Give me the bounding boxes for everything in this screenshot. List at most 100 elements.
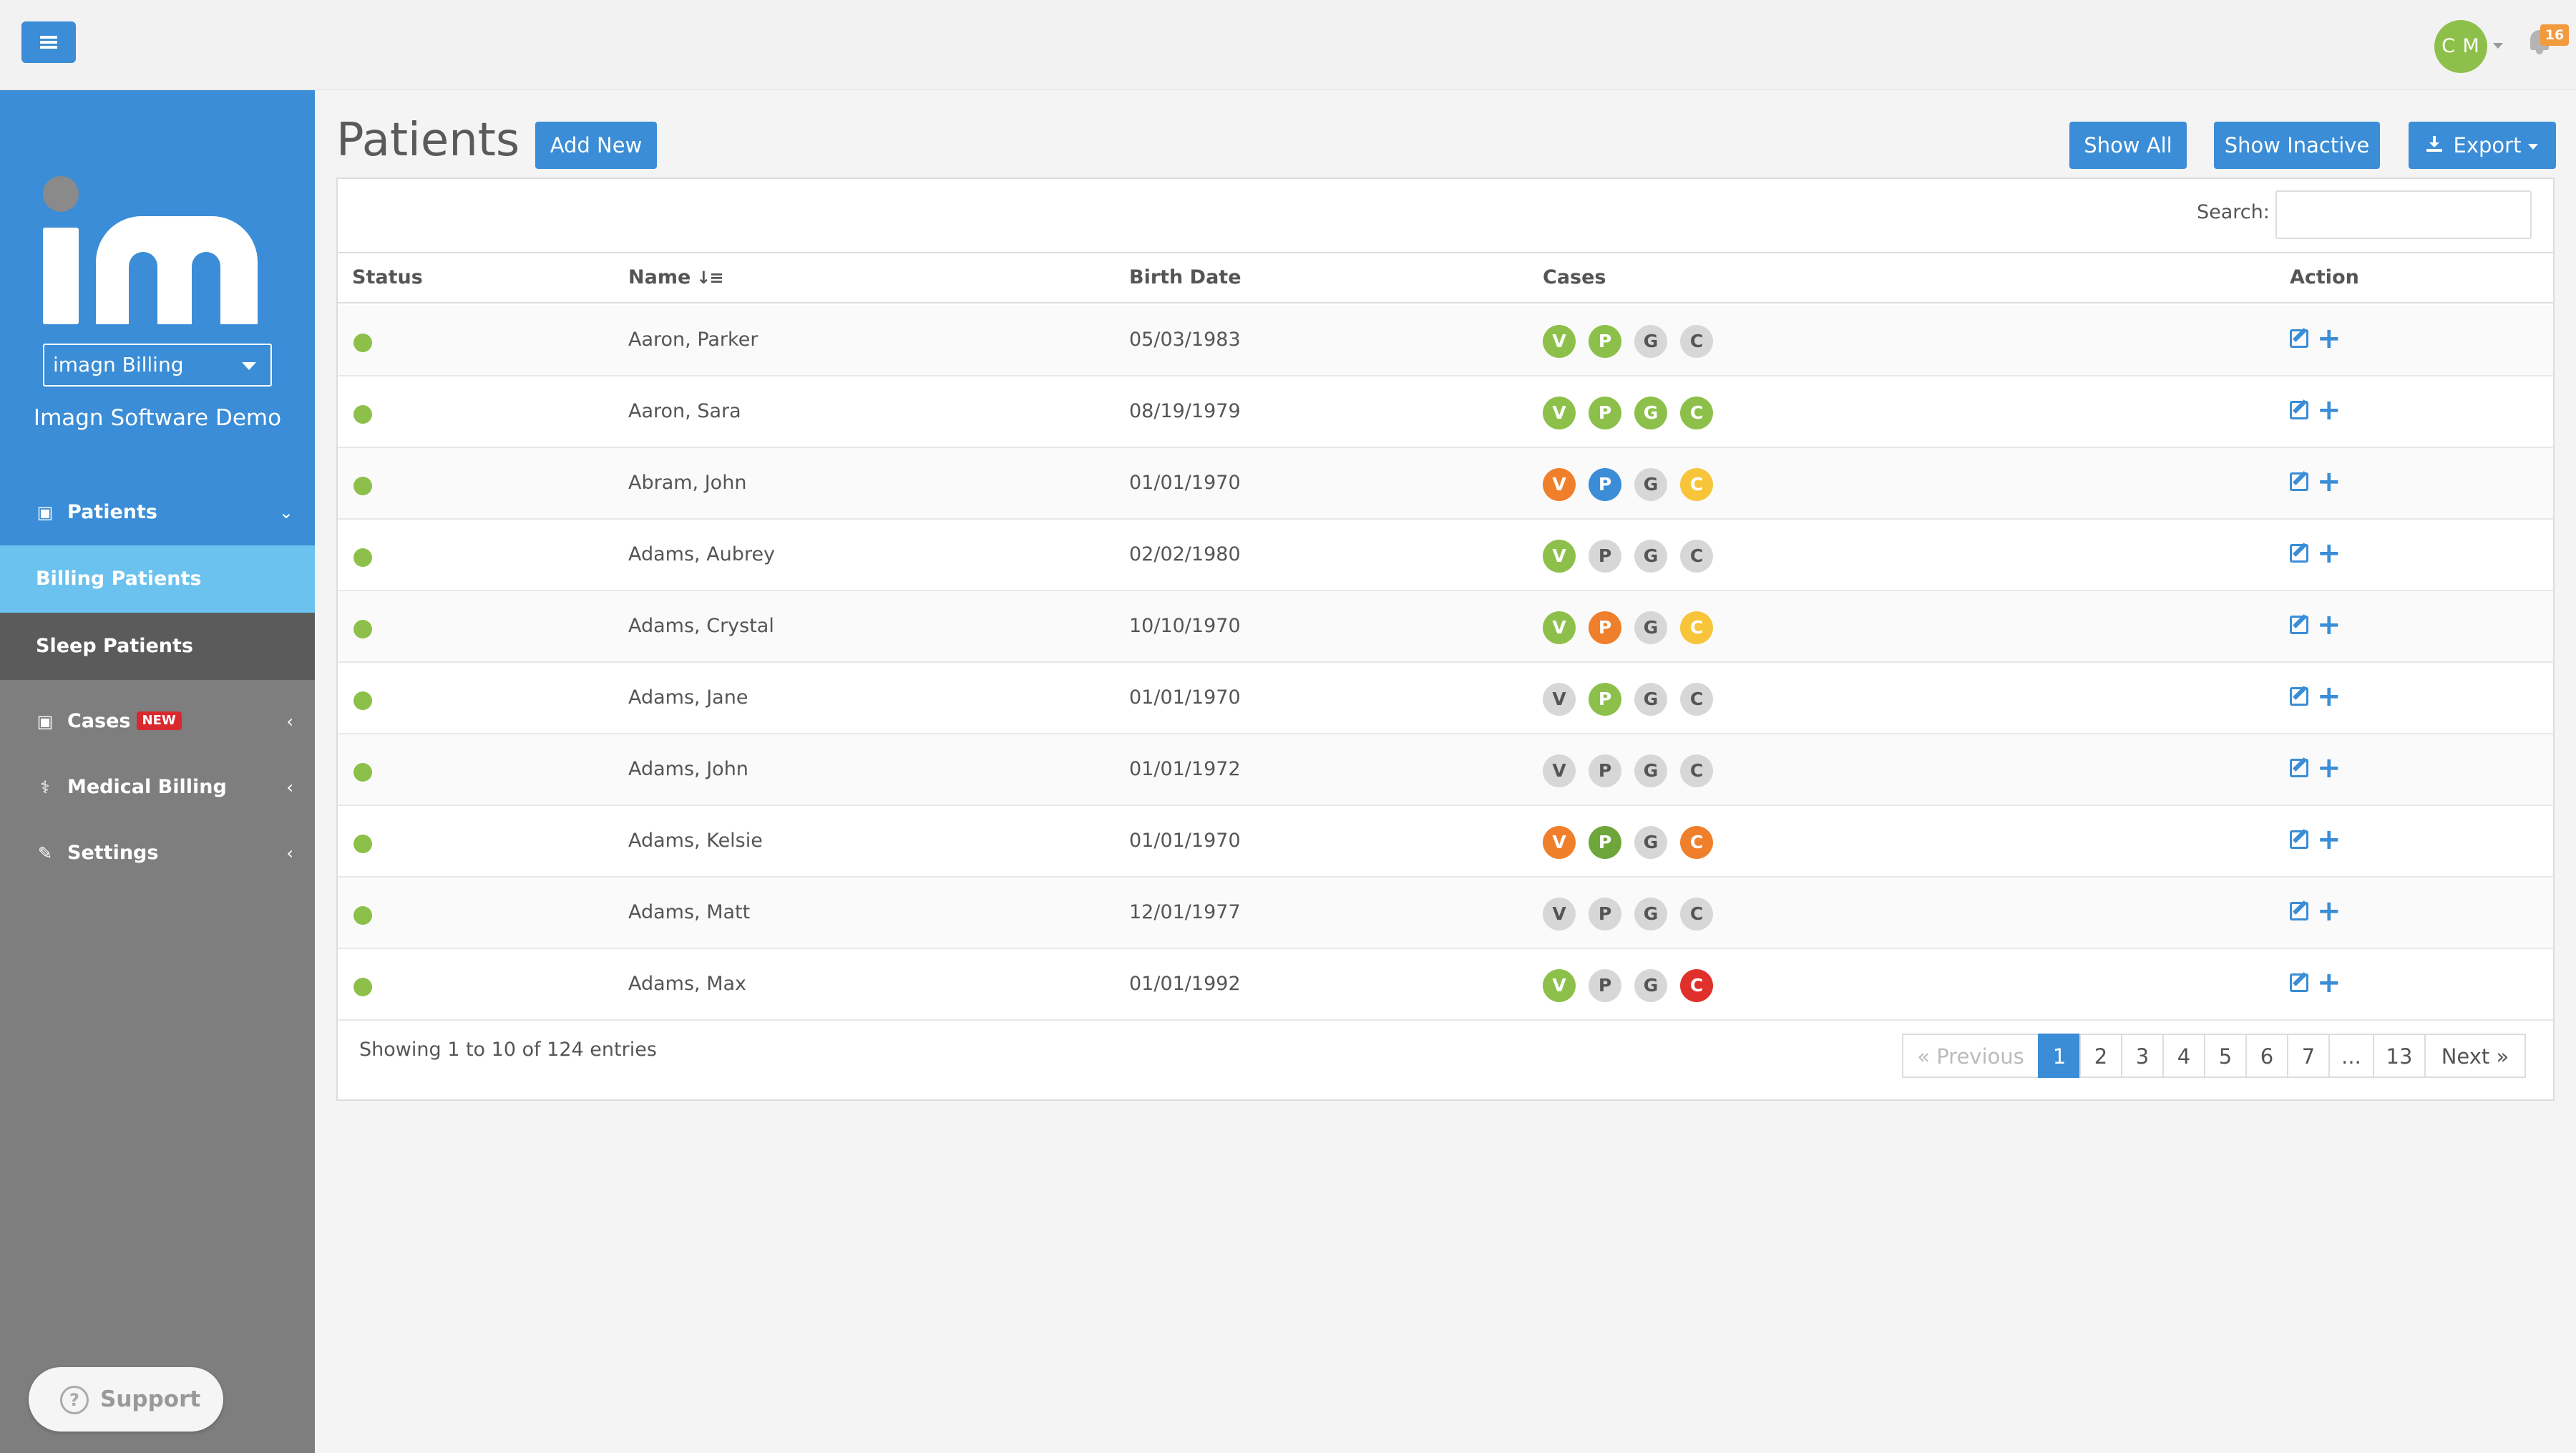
case-badge-p[interactable]: P bbox=[1589, 397, 1621, 429]
case-badge-c[interactable]: C bbox=[1680, 468, 1713, 501]
edit-icon[interactable] bbox=[2290, 830, 2308, 849]
pagination-page[interactable]: 5 bbox=[2204, 1034, 2247, 1078]
user-avatar[interactable]: C M bbox=[2434, 20, 2487, 73]
patient-name[interactable]: Abram, John bbox=[628, 448, 746, 518]
column-header-birth-date[interactable]: Birth Date bbox=[1129, 253, 1241, 302]
pagination-page[interactable]: 3 bbox=[2121, 1034, 2164, 1078]
case-badge-c[interactable]: C bbox=[1680, 969, 1713, 1002]
patient-name[interactable]: Adams, Aubrey bbox=[628, 520, 775, 590]
add-case-icon[interactable]: + bbox=[2317, 467, 2341, 496]
organization-select[interactable]: imagn Billing bbox=[43, 344, 272, 387]
case-badge-v[interactable]: V bbox=[1543, 969, 1576, 1002]
show-inactive-button[interactable]: Show Inactive bbox=[2214, 122, 2380, 169]
case-badge-v[interactable]: V bbox=[1543, 468, 1576, 501]
add-case-icon[interactable]: + bbox=[2317, 396, 2341, 424]
case-badge-g[interactable]: G bbox=[1634, 969, 1667, 1002]
case-badge-v[interactable]: V bbox=[1543, 397, 1576, 429]
pagination-page[interactable]: 6 bbox=[2245, 1034, 2288, 1078]
edit-icon[interactable] bbox=[2290, 687, 2308, 706]
case-badge-p[interactable]: P bbox=[1589, 325, 1621, 358]
case-badge-c[interactable]: C bbox=[1680, 754, 1713, 787]
pagination-page[interactable]: 4 bbox=[2162, 1034, 2205, 1078]
export-button[interactable]: Export bbox=[2409, 122, 2556, 169]
patient-name[interactable]: Aaron, Parker bbox=[628, 305, 758, 375]
pagination-page[interactable]: 1 bbox=[2038, 1034, 2081, 1078]
edit-icon[interactable] bbox=[2290, 329, 2308, 348]
add-case-icon[interactable]: + bbox=[2317, 754, 2341, 782]
sidebar-item-sleep-patients[interactable]: Sleep Patients bbox=[0, 613, 315, 680]
add-new-button[interactable]: Add New bbox=[535, 122, 657, 169]
search-input[interactable] bbox=[2275, 190, 2532, 239]
case-badge-v[interactable]: V bbox=[1543, 540, 1576, 573]
sidebar-item-medical-billing[interactable]: ⚕ Medical Billing ‹ bbox=[0, 754, 315, 820]
case-badge-c[interactable]: C bbox=[1680, 397, 1713, 429]
patient-name[interactable]: Adams, Crystal bbox=[628, 591, 774, 661]
case-badge-c[interactable]: C bbox=[1680, 540, 1713, 573]
pagination-page[interactable]: 13 bbox=[2373, 1034, 2426, 1078]
pagination-page[interactable]: ... bbox=[2328, 1034, 2374, 1078]
edit-icon[interactable] bbox=[2290, 973, 2308, 992]
patient-name[interactable]: Aaron, Sara bbox=[628, 376, 741, 447]
case-badge-p[interactable]: P bbox=[1589, 898, 1621, 930]
case-badge-c[interactable]: C bbox=[1680, 898, 1713, 930]
edit-icon[interactable] bbox=[2290, 759, 2308, 777]
column-header-name[interactable]: Name ↓≡ bbox=[628, 253, 723, 302]
add-case-icon[interactable]: + bbox=[2317, 825, 2341, 854]
case-badge-g[interactable]: G bbox=[1634, 611, 1667, 644]
case-badge-g[interactable]: G bbox=[1634, 898, 1667, 930]
edit-icon[interactable] bbox=[2290, 902, 2308, 920]
add-case-icon[interactable]: + bbox=[2317, 682, 2341, 711]
case-badge-p[interactable]: P bbox=[1589, 540, 1621, 573]
add-case-icon[interactable]: + bbox=[2317, 539, 2341, 568]
case-badge-c[interactable]: C bbox=[1680, 826, 1713, 859]
support-button[interactable]: ? Support bbox=[29, 1367, 223, 1432]
case-badge-p[interactable]: P bbox=[1589, 611, 1621, 644]
case-badge-g[interactable]: G bbox=[1634, 325, 1667, 358]
case-badge-v[interactable]: V bbox=[1543, 683, 1576, 716]
case-badge-g[interactable]: G bbox=[1634, 683, 1667, 716]
column-header-status[interactable]: Status bbox=[352, 253, 423, 302]
case-badge-g[interactable]: G bbox=[1634, 397, 1667, 429]
edit-icon[interactable] bbox=[2290, 544, 2308, 563]
caret-down-icon[interactable] bbox=[2493, 43, 2503, 49]
add-case-icon[interactable]: + bbox=[2317, 897, 2341, 925]
add-case-icon[interactable]: + bbox=[2317, 324, 2341, 353]
pagination-page[interactable]: 7 bbox=[2287, 1034, 2330, 1078]
patient-name[interactable]: Adams, Jane bbox=[628, 663, 748, 733]
edit-icon[interactable] bbox=[2290, 616, 2308, 634]
case-badge-g[interactable]: G bbox=[1634, 754, 1667, 787]
patient-name[interactable]: Adams, Kelsie bbox=[628, 806, 763, 876]
case-badge-v[interactable]: V bbox=[1543, 826, 1576, 859]
case-badge-v[interactable]: V bbox=[1543, 754, 1576, 787]
pagination-next[interactable]: Next » bbox=[2424, 1034, 2526, 1078]
case-badge-p[interactable]: P bbox=[1589, 754, 1621, 787]
case-badge-p[interactable]: P bbox=[1589, 683, 1621, 716]
patient-name[interactable]: Adams, Max bbox=[628, 949, 746, 1019]
edit-icon[interactable] bbox=[2290, 472, 2308, 491]
column-header-cases[interactable]: Cases bbox=[1543, 253, 1606, 302]
add-case-icon[interactable]: + bbox=[2317, 968, 2341, 997]
sidebar-item-settings[interactable]: ✎ Settings ‹ bbox=[0, 820, 315, 886]
case-badge-p[interactable]: P bbox=[1589, 969, 1621, 1002]
patient-name[interactable]: Adams, John bbox=[628, 734, 748, 805]
sidebar-item-patients[interactable]: ▣ Patients ⌄ bbox=[0, 480, 315, 545]
add-case-icon[interactable]: + bbox=[2317, 611, 2341, 639]
case-badge-c[interactable]: C bbox=[1680, 611, 1713, 644]
case-badge-v[interactable]: V bbox=[1543, 611, 1576, 644]
case-badge-c[interactable]: C bbox=[1680, 325, 1713, 358]
case-badge-v[interactable]: V bbox=[1543, 325, 1576, 358]
case-badge-v[interactable]: V bbox=[1543, 898, 1576, 930]
case-badge-g[interactable]: G bbox=[1634, 468, 1667, 501]
hamburger-menu-button[interactable] bbox=[21, 21, 76, 63]
pagination-previous[interactable]: « Previous bbox=[1902, 1034, 2039, 1078]
case-badge-c[interactable]: C bbox=[1680, 683, 1713, 716]
case-badge-p[interactable]: P bbox=[1589, 826, 1621, 859]
case-badge-g[interactable]: G bbox=[1634, 540, 1667, 573]
edit-icon[interactable] bbox=[2290, 401, 2308, 419]
sidebar-item-cases[interactable]: ▣ Cases NEW ‹ bbox=[0, 689, 315, 754]
case-badge-p[interactable]: P bbox=[1589, 468, 1621, 501]
show-all-button[interactable]: Show All bbox=[2069, 122, 2187, 169]
sidebar-item-billing-patients[interactable]: Billing Patients bbox=[0, 545, 315, 613]
pagination-page[interactable]: 2 bbox=[2079, 1034, 2122, 1078]
patient-name[interactable]: Adams, Matt bbox=[628, 878, 750, 948]
